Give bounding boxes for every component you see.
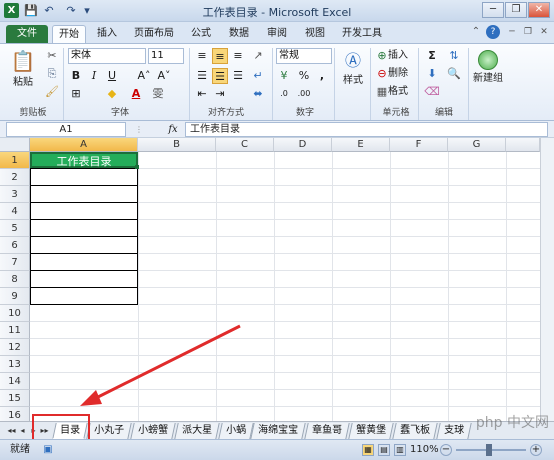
macro-record-icon[interactable]: ▣ [42, 444, 54, 456]
normal-view-icon[interactable]: ▦ [362, 444, 374, 456]
sheet-tab[interactable]: 蠢飞板 [392, 423, 438, 439]
sheet-tab[interactable]: 小丸子 [86, 423, 132, 439]
sheet-tab[interactable]: 小蜗 [218, 423, 254, 439]
first-sheet-button[interactable]: ◂◂ [6, 425, 17, 437]
zoom-out-icon[interactable]: − [440, 444, 452, 456]
page-layout-view-icon[interactable]: ▤ [378, 444, 390, 456]
status-bar: 就绪 ▣ ▦ ▤ ▥ 110% − + [0, 439, 554, 460]
page-break-view-icon[interactable]: ▥ [394, 444, 406, 456]
prev-sheet-button[interactable]: ◂ [17, 425, 28, 437]
sheet-tab[interactable]: 蟹黄堡 [348, 423, 394, 439]
annotation-arrow [80, 324, 241, 406]
annotation-arrow-shaft [91, 324, 241, 402]
zoom-level[interactable]: 110% [410, 443, 439, 457]
zoom-slider-thumb[interactable] [486, 444, 492, 456]
sheet-tab[interactable]: 海绵宝宝 [250, 423, 306, 439]
zoom-in-icon[interactable]: + [530, 444, 542, 456]
annotation-highlight-box [32, 414, 90, 442]
watermark: php 中文网 [475, 415, 549, 431]
sheet-tab[interactable]: 小螃蟹 [130, 423, 176, 439]
sheet-tab[interactable]: 派大星 [174, 423, 220, 439]
annotation-arrow-head [80, 390, 102, 406]
status-ready: 就绪 [10, 444, 30, 455]
sheet-tab[interactable]: 章鱼哥 [304, 423, 350, 439]
